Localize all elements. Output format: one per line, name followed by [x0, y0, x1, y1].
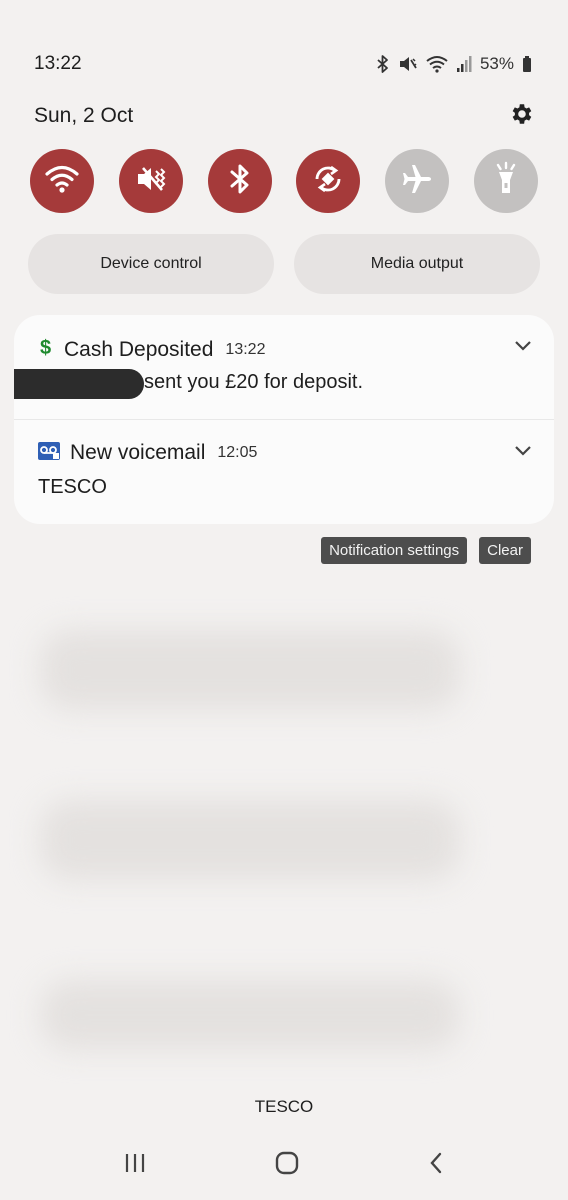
dollar-icon: $ — [38, 336, 54, 363]
wifi-icon — [426, 55, 448, 73]
status-icons: 53% — [376, 54, 532, 74]
bluetooth-icon — [376, 55, 390, 73]
notification-time: 13:22 — [225, 340, 266, 358]
wifi-toggle[interactable] — [30, 149, 94, 213]
wifi-icon — [45, 164, 79, 199]
carrier-label: TESCO — [254, 1097, 314, 1116]
status-bar: 13:22 53% — [34, 50, 532, 78]
background-blur — [40, 980, 460, 1050]
signal-icon — [456, 55, 472, 73]
background-blur — [40, 800, 460, 880]
notification-time: 12:05 — [217, 444, 258, 461]
redacted-sender — [14, 369, 144, 399]
notification-body: TESCO — [38, 476, 107, 498]
bluetooth-toggle[interactable] — [207, 149, 272, 213]
mute-toggle[interactable] — [118, 149, 183, 213]
media-output-button[interactable]: Media output — [294, 234, 540, 294]
navigation-bar — [0, 1130, 568, 1200]
device-control-button[interactable]: Device control — [28, 234, 274, 294]
control-pills: Device control Media output — [28, 234, 540, 294]
notification-actions: Notification settings Clear — [321, 537, 531, 564]
auto-rotate-toggle[interactable] — [296, 149, 361, 213]
rotate-icon — [311, 162, 345, 201]
mute-icon — [134, 164, 168, 199]
battery-percent: 53% — [479, 54, 514, 73]
background-blur — [40, 630, 460, 710]
notification-voicemail[interactable]: New voicemail 12:05 TESCO — [14, 419, 554, 523]
notification-settings-button[interactable]: Notification settings — [321, 537, 468, 564]
date-row: Sun, 2 Oct — [34, 100, 534, 132]
notification-header: $ Cash Deposited 13:22 — [38, 336, 265, 363]
notification-cash-deposited[interactable]: $ Cash Deposited 13:22 sent you £20 for … — [14, 315, 554, 419]
clear-button[interactable]: Clear — [479, 537, 531, 564]
airplane-toggle[interactable] — [385, 149, 450, 213]
svg-text:$: $ — [40, 337, 51, 358]
home-icon[interactable] — [274, 1150, 300, 1181]
notification-panel: $ Cash Deposited 13:22 sent you £20 for … — [14, 315, 554, 524]
mute-icon — [398, 55, 418, 73]
voicemail-icon — [38, 441, 60, 465]
notification-body: sent you £20 for deposit. — [144, 371, 364, 393]
quick-settings-row — [30, 149, 538, 213]
gear-icon[interactable] — [508, 101, 534, 132]
chevron-down-icon[interactable] — [514, 444, 532, 462]
status-time: 13:22 — [34, 53, 82, 74]
battery-icon — [522, 55, 532, 73]
airplane-icon — [399, 162, 435, 201]
notification-title: Cash Deposited — [64, 337, 214, 361]
chevron-down-icon[interactable] — [514, 339, 532, 357]
notification-header: New voicemail 12:05 — [38, 441, 257, 465]
flashlight-toggle[interactable] — [473, 149, 538, 213]
recent-apps-icon[interactable] — [123, 1152, 147, 1179]
back-icon[interactable] — [427, 1151, 445, 1180]
notification-title: New voicemail — [70, 441, 206, 464]
bluetooth-icon — [228, 162, 252, 201]
flashlight-icon — [491, 161, 521, 202]
date-label: Sun, 2 Oct — [34, 104, 134, 127]
